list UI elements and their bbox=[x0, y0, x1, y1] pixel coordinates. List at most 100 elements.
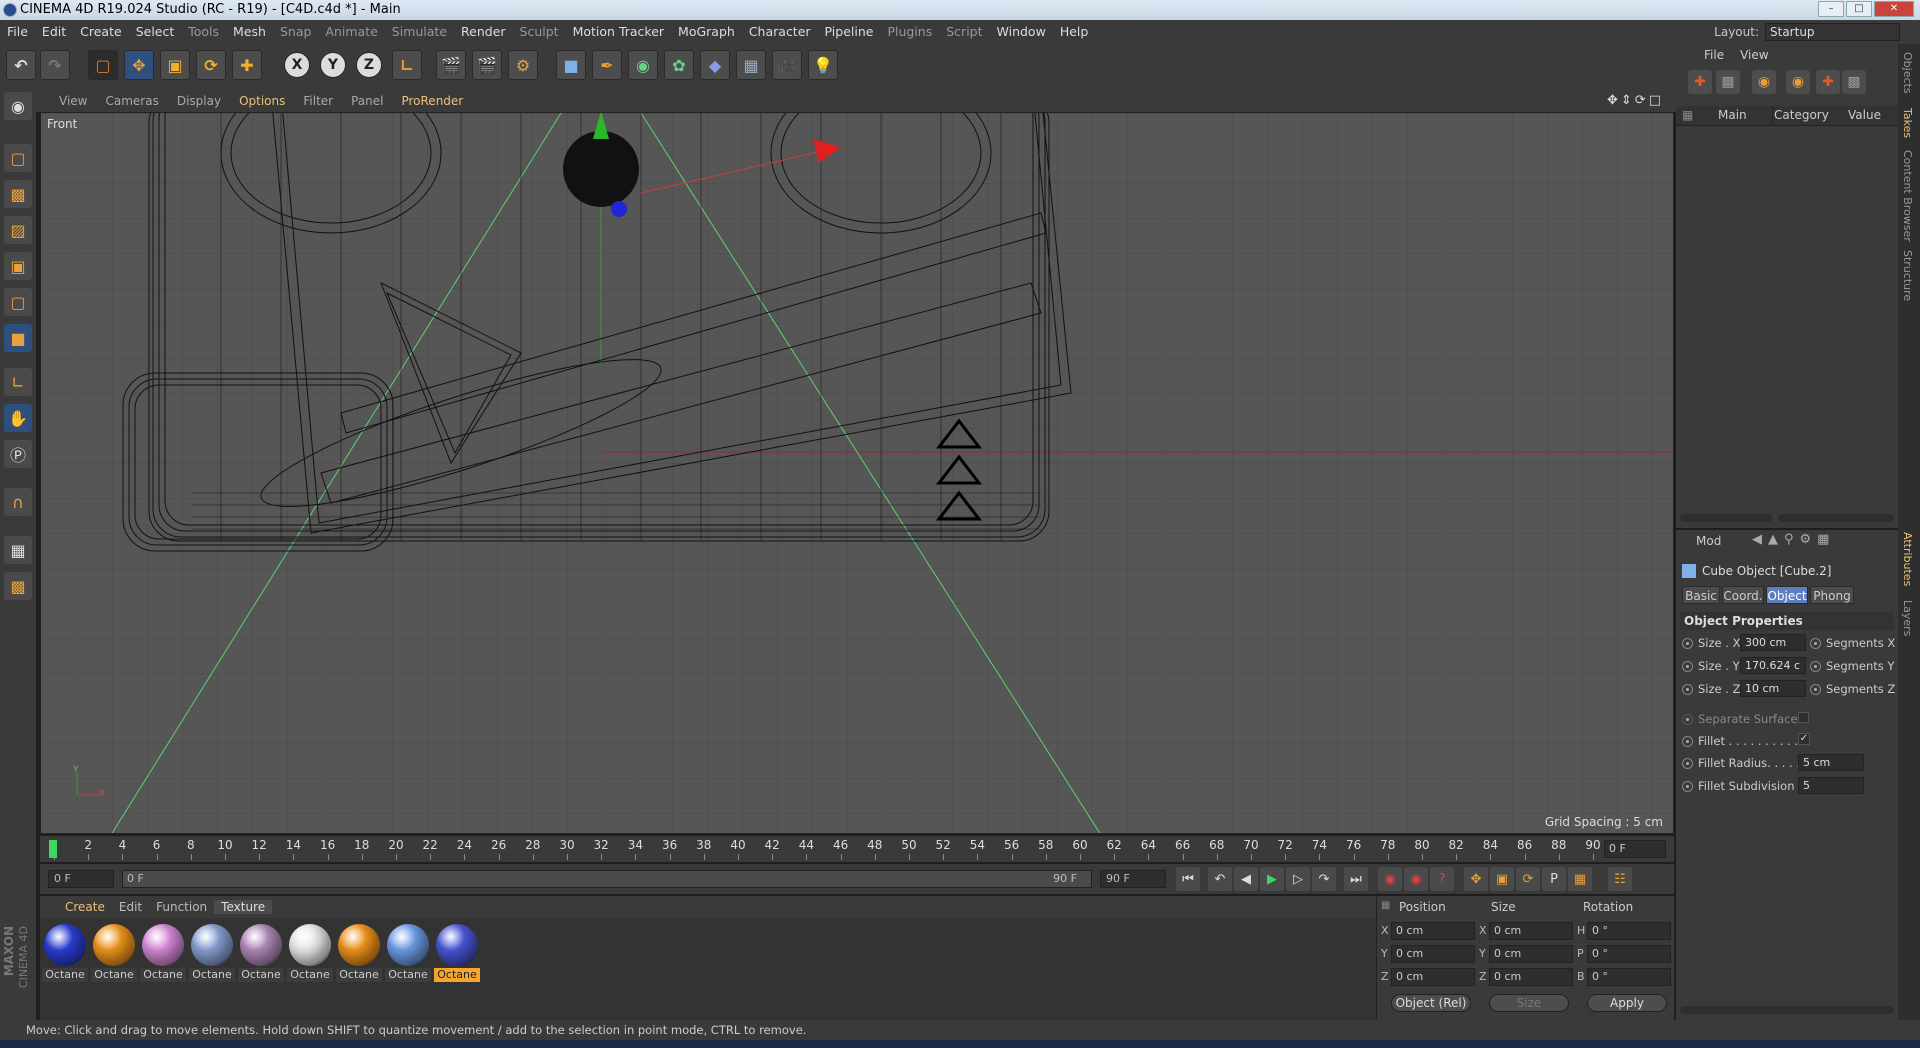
key-pla-icon[interactable]: ▦ bbox=[1568, 867, 1592, 891]
keyframe-radio[interactable] bbox=[1682, 780, 1693, 792]
fillet-radius-input[interactable]: 5 cm bbox=[1798, 754, 1864, 771]
frame-range-slider[interactable]: 0 F 90 F bbox=[122, 870, 1092, 888]
workplane-mode-icon[interactable]: ▨ bbox=[4, 216, 32, 244]
menu-character[interactable]: Character bbox=[742, 20, 818, 44]
deformer-icon[interactable]: ◆ bbox=[700, 50, 730, 80]
cloner-icon[interactable]: ✿ bbox=[664, 50, 694, 80]
keyframe-radio[interactable] bbox=[1682, 637, 1693, 649]
minimize-button[interactable]: – bbox=[1818, 1, 1844, 17]
keyframe-radio[interactable] bbox=[1810, 683, 1821, 695]
menu-simulate[interactable]: Simulate bbox=[385, 20, 454, 44]
menu-help[interactable]: Help bbox=[1053, 20, 1096, 44]
cube-object-icon[interactable]: ■ bbox=[556, 50, 586, 80]
render-settings-icon[interactable]: ⚙ bbox=[508, 50, 538, 80]
menu-motion-tracker[interactable]: Motion Tracker bbox=[566, 20, 671, 44]
viewport-canvas[interactable] bbox=[41, 113, 1674, 834]
keyframe-selection-icon[interactable]: ? bbox=[1430, 867, 1454, 891]
subdivision-surface-icon[interactable]: ◉ bbox=[628, 50, 658, 80]
record-keys-icon[interactable]: ◉ bbox=[1378, 867, 1402, 891]
apply-button[interactable]: Apply bbox=[1587, 994, 1667, 1012]
column-value[interactable]: Value bbox=[1848, 108, 1881, 122]
material-swatch[interactable]: Octane bbox=[42, 924, 88, 982]
sidetab-objects[interactable]: Objects bbox=[1901, 52, 1914, 94]
layout-dropdown[interactable]: Startup bbox=[1765, 23, 1900, 41]
keyframe-radio[interactable] bbox=[1682, 660, 1693, 672]
snapping-icon[interactable]: ∩ bbox=[4, 488, 32, 516]
tab-coord[interactable]: Coord. bbox=[1722, 586, 1764, 604]
viewport-menu-options[interactable]: Options bbox=[230, 94, 294, 108]
viewport-menu-panel[interactable]: Panel bbox=[342, 94, 392, 108]
position-y-field[interactable]: 0 cm bbox=[1391, 945, 1475, 963]
pen-spline-icon[interactable]: ✒ bbox=[592, 50, 622, 80]
fillet-checkbox[interactable]: ✓ bbox=[1798, 733, 1810, 745]
keyframe-radio[interactable] bbox=[1682, 757, 1693, 769]
sidetab-content-browser[interactable]: Content Browser bbox=[1901, 150, 1914, 242]
key-rotation-icon[interactable]: ⟳ bbox=[1516, 867, 1540, 891]
position-z-field[interactable]: 0 cm bbox=[1391, 968, 1475, 986]
sidetab-layers[interactable]: Layers bbox=[1901, 600, 1914, 636]
render-take-icon[interactable]: ✚ bbox=[1816, 70, 1840, 94]
tweak-mode-icon[interactable]: ✋ bbox=[4, 404, 32, 432]
start-frame-field[interactable]: 0 F bbox=[48, 870, 114, 888]
light-icon[interactable]: 💡 bbox=[808, 50, 838, 80]
menu-mograph[interactable]: MoGraph bbox=[671, 20, 742, 44]
size-y-field[interactable]: 0 cm bbox=[1489, 945, 1573, 963]
size-y-input[interactable]: 170.624 c bbox=[1740, 657, 1806, 674]
make-editable-icon[interactable]: ◉ bbox=[4, 92, 32, 120]
add-object-icon[interactable]: ✚ bbox=[1688, 70, 1712, 94]
size-mode-dropdown[interactable]: Size bbox=[1489, 994, 1569, 1012]
menu-file[interactable]: File bbox=[0, 20, 35, 44]
sidetab-attributes[interactable]: Attributes bbox=[1901, 532, 1914, 586]
position-x-field[interactable]: 0 cm bbox=[1391, 922, 1475, 940]
floor-icon[interactable]: ▦ bbox=[736, 50, 766, 80]
live-selection-icon[interactable]: ▢ bbox=[88, 50, 118, 80]
separate-surfaces-checkbox[interactable] bbox=[1798, 712, 1809, 723]
menu-script[interactable]: Script bbox=[939, 20, 989, 44]
size-x-input[interactable]: 300 cm bbox=[1740, 634, 1806, 651]
front-viewport[interactable]: Front Y X Grid Spacing : 5 cm bbox=[40, 112, 1674, 834]
end-frame-field[interactable]: 90 F bbox=[1100, 870, 1166, 888]
menu-pipeline[interactable]: Pipeline bbox=[818, 20, 881, 44]
material-menu-edit[interactable]: Edit bbox=[112, 900, 149, 914]
material-swatch[interactable]: Octane bbox=[238, 924, 284, 982]
current-frame-field[interactable]: 0 F bbox=[1604, 840, 1666, 858]
material-swatch[interactable]: Octane bbox=[189, 924, 235, 982]
sidetab-takes[interactable]: Takes bbox=[1901, 108, 1914, 138]
expand-icon[interactable]: ▦ bbox=[1682, 108, 1693, 122]
coordinate-system-icon[interactable]: ∟ bbox=[392, 50, 422, 80]
menu-sculpt[interactable]: Sculpt bbox=[513, 20, 566, 44]
menu-create[interactable]: Create bbox=[73, 20, 129, 44]
polygons-mode-icon[interactable]: ■ bbox=[4, 324, 32, 352]
keyframe-radio[interactable] bbox=[1682, 683, 1693, 695]
fillet-subdivision-input[interactable]: 5 bbox=[1798, 777, 1864, 794]
size-x-field[interactable]: 0 cm bbox=[1489, 922, 1573, 940]
maximize-button[interactable]: □ bbox=[1846, 1, 1872, 17]
material-swatch[interactable]: Octane bbox=[91, 924, 137, 982]
y-axis-lock-button[interactable]: Y bbox=[320, 52, 346, 78]
previous-frame-icon[interactable]: ◀ bbox=[1234, 867, 1258, 891]
column-main[interactable]: Main bbox=[1718, 108, 1747, 122]
texture-mode-icon[interactable]: ▩ bbox=[4, 180, 32, 208]
locked-workplane-icon[interactable]: ▩ bbox=[4, 572, 32, 600]
solo-mode-icon[interactable]: Ⓟ bbox=[4, 440, 32, 468]
rotate-tool-icon[interactable]: ⟳ bbox=[196, 50, 226, 80]
menu-snap[interactable]: Snap bbox=[273, 20, 318, 44]
menu-animate[interactable]: Animate bbox=[318, 20, 384, 44]
close-button[interactable]: ✕ bbox=[1874, 1, 1914, 17]
key-position-icon[interactable]: ✥ bbox=[1464, 867, 1488, 891]
object-menu-view[interactable]: View bbox=[1732, 48, 1776, 62]
key-parameter-icon[interactable]: P bbox=[1542, 867, 1566, 891]
redo-icon[interactable]: ↷ bbox=[40, 50, 70, 80]
viewport-menu-view[interactable]: View bbox=[50, 94, 96, 108]
material-swatch[interactable]: Octane bbox=[140, 924, 186, 982]
rotation-b-field[interactable]: 0 ° bbox=[1587, 968, 1671, 986]
attribute-mode-menu[interactable]: Mod bbox=[1696, 534, 1721, 548]
object-menu-file[interactable]: File bbox=[1696, 48, 1732, 62]
go-to-start-icon[interactable]: ⏮ bbox=[1176, 867, 1200, 891]
playhead-marker[interactable] bbox=[49, 840, 57, 858]
viewport-menu-filter[interactable]: Filter bbox=[294, 94, 342, 108]
material-swatch[interactable]: Octane bbox=[287, 924, 333, 982]
viewport-nav-icons[interactable]: ✥⇕⟳□ bbox=[1607, 93, 1664, 108]
material-swatch[interactable]: Octane bbox=[385, 924, 431, 982]
override-icon[interactable]: ◉ bbox=[1786, 70, 1810, 94]
